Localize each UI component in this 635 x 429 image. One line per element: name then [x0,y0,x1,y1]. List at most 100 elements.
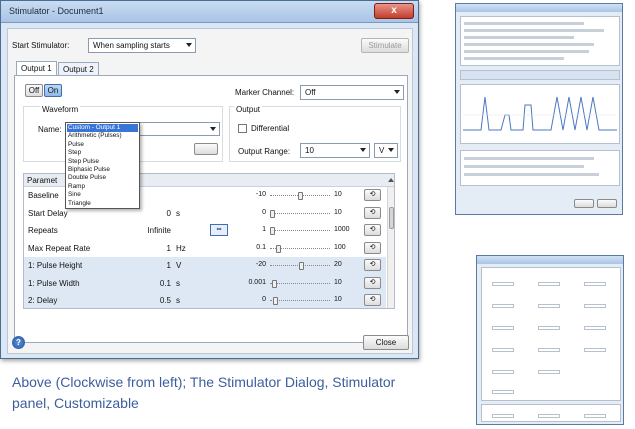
output-group-title: Output [234,105,263,114]
close-button[interactable]: Close [363,335,409,350]
waveform-edit-button[interactable] [194,143,218,155]
parameter-max: 20 [334,261,342,268]
marker-channel-label: Marker Channel: [235,88,295,97]
slider-thumb[interactable] [276,244,281,253]
parameter-name: Repeats [28,226,58,235]
marker-channel-value: Off [305,88,316,97]
window-close-button[interactable]: x [374,3,414,19]
parameter-name: Baseline [28,191,59,200]
help-icon[interactable]: ? [12,336,25,349]
waveform-dropdown-list[interactable]: Custom - Output 1 Arithmetic (Pulses) Puls… [65,122,140,209]
chevron-down-icon [186,43,192,47]
parameter-slider[interactable] [270,279,330,288]
slider-thumb[interactable] [272,279,277,288]
parameter-name: 1: Pulse Height [28,261,83,270]
parameter-min: -20 [255,261,266,268]
parameter-slider[interactable] [270,297,330,305]
parameter-max: 10 [334,191,342,198]
reset-range-button[interactable]: ⟲ [364,294,381,306]
thumbnail-parameter-table [460,16,620,66]
parameter-name: 1: Pulse Width [28,278,80,288]
waveform-group-title: Waveform [40,105,81,114]
thumbnail-waveform-preview [460,84,620,144]
waveform-option[interactable]: Triangle [68,200,91,208]
reset-range-button[interactable]: ⟲ [364,189,381,201]
parameter-unit: V [176,261,182,270]
start-stimulator-label: Start Stimulator: [12,41,70,50]
reset-range-button[interactable]: ⟲ [364,259,381,271]
parameter-row: 1: Pulse Height 1 V -20 20 ⟲ [24,257,386,275]
differential-label: Differential [251,124,290,133]
parameter-value[interactable]: Infinite [147,226,171,235]
reset-range-button[interactable]: ⟲ [364,224,381,236]
start-stimulator-value: When sampling starts [93,41,170,50]
parameter-unit: s [176,296,180,305]
parameter-min: 0.1 [256,243,266,251]
parameter-min: 0 [262,208,266,216]
thumbnail-segment-toolbar [460,70,620,80]
vertical-scrollbar[interactable] [387,187,394,308]
parameter-slider[interactable] [270,209,330,218]
reset-range-button[interactable]: ⟲ [364,276,381,289]
waveform-option[interactable]: Sine [68,191,81,199]
parameter-slider[interactable] [270,227,330,235]
parameter-row: 2: Delay 0.5 s 0 10 ⟲ [24,292,386,308]
slider-thumb[interactable] [299,262,304,270]
waveform-preview-graphic [463,96,617,131]
slider-thumb[interactable] [298,192,303,200]
marker-channel-select[interactable]: Off [300,85,404,100]
figure-caption: Above (Clockwise from left); The Stimula… [12,374,396,411]
output-unit-select[interactable]: V [374,143,398,158]
thumbnail-ok-button [574,199,594,208]
parameter-value[interactable]: 1 [167,244,171,253]
stimulator-dialog: Stimulator - Document1 x Start Stimulato… [0,0,419,359]
customizable-waveform-thumbnail [455,3,623,215]
chevron-down-icon [388,148,394,152]
scrollbar-thumb[interactable] [389,207,394,229]
reset-range-button[interactable]: ⟲ [364,206,381,219]
waveform-option[interactable]: Pulse [68,141,84,149]
waveform-option[interactable]: Ramp [68,183,85,191]
parameter-value[interactable]: 0.5 [160,296,171,305]
waveform-option[interactable]: Step Pulse [68,158,99,166]
parameter-value[interactable]: 1 [167,261,171,270]
waveform-option[interactable]: Custom - Output 1 [67,124,138,132]
output-range-select[interactable]: 10 [300,143,370,158]
chevron-up-icon[interactable] [388,178,394,182]
differential-checkbox[interactable] [238,124,247,133]
output-unit-value: V [379,146,385,155]
slider-thumb[interactable] [273,297,278,305]
chevron-down-icon [360,148,366,152]
parameters-header-label: Paramet [27,176,58,185]
parameter-slider[interactable] [270,192,330,200]
parameter-slider[interactable] [270,262,330,270]
parameter-value[interactable]: 0 [167,209,171,218]
tab-output-1[interactable]: Output 1 [16,61,57,76]
parameter-row: Max Repeat Rate 1 Hz 0.1 100 ⟲ [24,240,386,258]
waveform-option[interactable]: Double Pulse [68,174,106,182]
parameter-value[interactable]: 0.1 [160,279,171,288]
tab-output-2[interactable]: Output 2 [58,62,99,76]
parameter-max: 100 [334,243,346,251]
off-toggle[interactable]: Off [25,84,43,97]
start-stimulator-select[interactable]: When sampling starts [88,38,196,53]
reset-range-button[interactable]: ⟲ [364,241,381,254]
thumbnail-title-bar [477,256,623,264]
parameter-unit: s [176,208,180,218]
waveform-option[interactable]: Step [68,149,81,157]
slider-thumb[interactable] [270,227,275,235]
slider-thumb[interactable] [270,209,275,218]
parameter-min: -10 [255,191,266,198]
waveform-option[interactable]: Biphasic Pulse [68,166,110,174]
parameter-row: Repeats Infinite ∞ 1 1000 ⟲ [24,222,386,240]
parameter-name: 2: Delay [28,296,58,305]
parameter-slider[interactable] [270,244,330,253]
on-toggle[interactable]: On [44,84,62,97]
parameter-min: 0 [262,296,266,303]
waveform-option[interactable]: Arithmetic (Pulses) [68,132,122,140]
output-tab-page: Off On Marker Channel: Off Waveform Name… [14,75,408,343]
output-group: Output Differential Output Range: 10 V [229,105,401,162]
parameter-max: 10 [334,296,342,303]
infinite-toggle-button[interactable]: ∞ [210,224,228,236]
stimulate-button[interactable]: Stimulate [361,38,409,53]
